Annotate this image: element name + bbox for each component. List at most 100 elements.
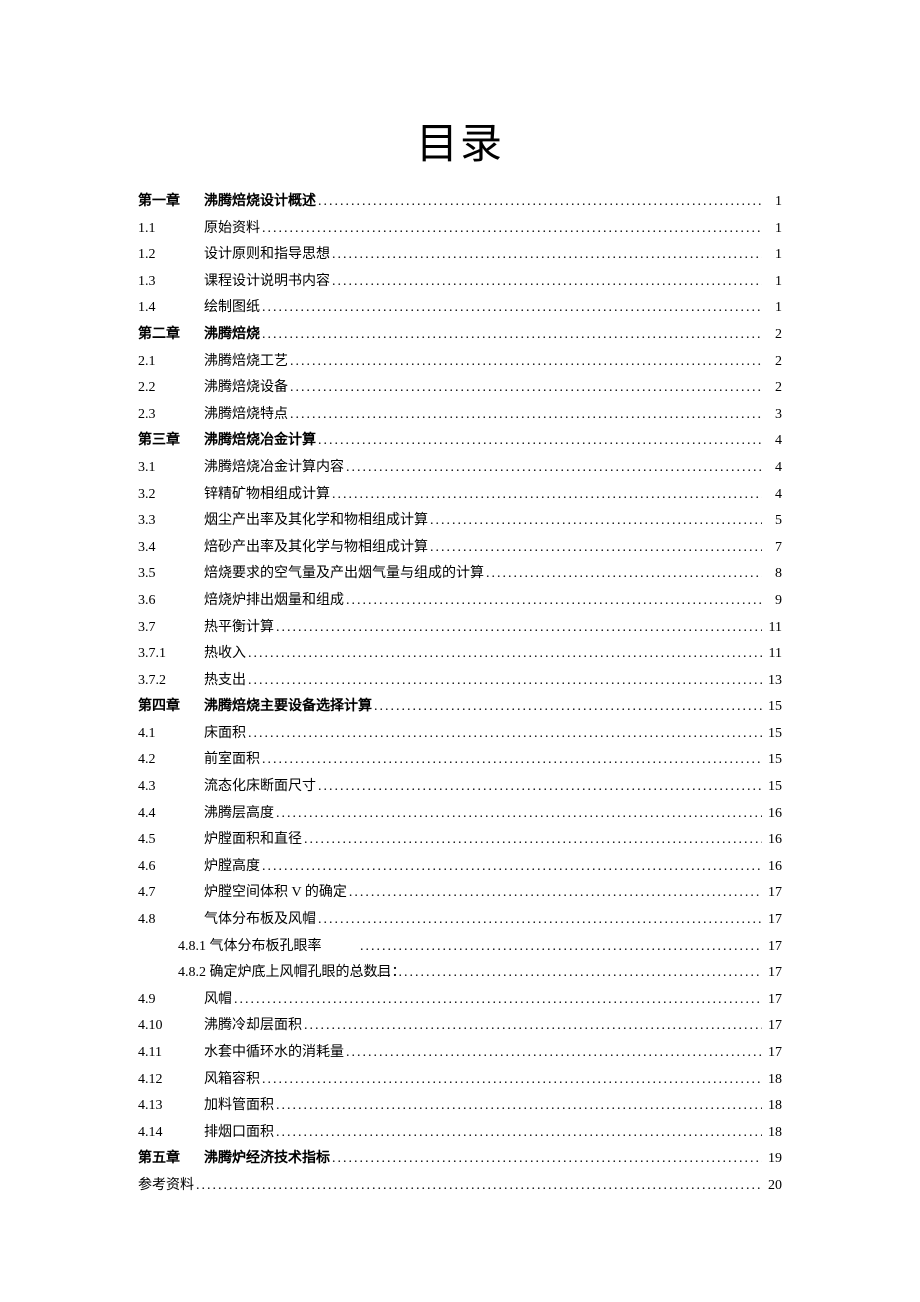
toc-entry-text: 炉膛面积和直径 xyxy=(204,827,302,854)
toc-entry-text: 炉膛空间体积 V 的确定 xyxy=(204,880,347,907)
toc-entry-number: 3.7 xyxy=(138,615,204,642)
toc-entry-number: 第三章 xyxy=(138,428,204,455)
toc-entry: 4.3流态化床断面尺寸15 xyxy=(138,774,782,801)
toc-leader-dots xyxy=(346,1040,762,1067)
toc-entry: 第四章沸腾焙烧主要设备选择计算15 xyxy=(138,694,782,721)
toc-entry: 4.1床面积15 xyxy=(138,721,782,748)
toc-entry-page: 9 xyxy=(764,588,782,615)
toc-entry-text: 沸腾炉经济技术指标 xyxy=(204,1146,330,1173)
toc-leader-dots xyxy=(304,827,762,854)
toc-entry-number: 1.3 xyxy=(138,269,204,296)
toc-entry-page: 17 xyxy=(764,907,782,934)
toc-leader-dots xyxy=(276,615,762,642)
toc-entry: 3.4焙砂产出率及其化学与物相组成计算 7 xyxy=(138,535,782,562)
toc-entry-page: 1 xyxy=(764,242,782,269)
toc-entry-number: 参考资料 xyxy=(138,1173,194,1200)
toc-entry-page: 2 xyxy=(764,322,782,349)
table-of-contents: 第一章沸腾焙烧设计概述11.1原始资料11.2设计原则和指导思想11.3课程设计… xyxy=(138,189,782,1200)
toc-entry: 第二章沸腾焙烧2 xyxy=(138,322,782,349)
toc-entry-text: 热支出 xyxy=(204,668,246,695)
toc-entry: 1.3课程设计说明书内容 1 xyxy=(138,269,782,296)
toc-entry-number: 4.10 xyxy=(138,1013,204,1040)
toc-entry: 第三章沸腾焙烧冶金计算 4 xyxy=(138,428,782,455)
toc-leader-dots xyxy=(349,880,762,907)
toc-entry-text: 沸腾焙烧冶金计算内容 xyxy=(204,455,344,482)
toc-leader-dots xyxy=(262,216,762,243)
toc-entry-page: 8 xyxy=(764,561,782,588)
toc-entry-page: 17 xyxy=(764,934,782,961)
toc-entry-number: 3.4 xyxy=(138,535,204,562)
toc-leader-dots xyxy=(318,189,762,216)
toc-leader-dots xyxy=(486,561,762,588)
toc-entry-number: 1.4 xyxy=(138,295,204,322)
toc-entry-page: 16 xyxy=(764,801,782,828)
toc-entry-number: 3.1 xyxy=(138,455,204,482)
toc-entry-page: 3 xyxy=(764,402,782,429)
toc-entry-page: 17 xyxy=(764,987,782,1014)
toc-entry-page: 2 xyxy=(764,349,782,376)
toc-entry-page: 2 xyxy=(764,375,782,402)
toc-entry: 第五章沸腾炉经济技术指标19 xyxy=(138,1146,782,1173)
toc-entry-text: 加料管面积 xyxy=(204,1093,274,1120)
toc-entry-page: 4 xyxy=(764,428,782,455)
toc-entry-number: 4.11 xyxy=(138,1040,204,1067)
toc-leader-dots xyxy=(360,960,762,987)
toc-leader-dots xyxy=(262,295,762,322)
toc-leader-dots xyxy=(346,455,762,482)
toc-entry-number: 1.1 xyxy=(138,216,204,243)
toc-leader-dots xyxy=(248,721,762,748)
toc-entry-text: 焙砂产出率及其化学与物相组成计算 xyxy=(204,535,428,562)
toc-entry: 4.8.2 确定炉底上风帽孔眼的总数目：17 xyxy=(138,960,782,987)
toc-entry-text: 锌精矿物相组成计算 xyxy=(204,482,330,509)
toc-entry: 2.3沸腾焙烧特点3 xyxy=(138,402,782,429)
toc-entry-page: 19 xyxy=(764,1146,782,1173)
toc-leader-dots xyxy=(196,1173,762,1200)
toc-entry-number: 2.2 xyxy=(138,375,204,402)
toc-entry: 2.2沸腾焙烧设备2 xyxy=(138,375,782,402)
toc-entry-text: 沸腾焙烧冶金计算 xyxy=(204,428,316,455)
toc-leader-dots xyxy=(276,1093,762,1120)
toc-entry: 4.4沸腾层高度16 xyxy=(138,801,782,828)
toc-entry-number: 4.8.1 气体分布板孔眼率 xyxy=(138,934,358,961)
toc-leader-dots xyxy=(290,349,762,376)
toc-entry-number: 3.2 xyxy=(138,482,204,509)
toc-entry-number: 第四章 xyxy=(138,694,204,721)
toc-entry-page: 18 xyxy=(764,1067,782,1094)
toc-entry: 4.7炉膛空间体积 V 的确定17 xyxy=(138,880,782,907)
toc-leader-dots xyxy=(346,588,762,615)
toc-entry-page: 13 xyxy=(764,668,782,695)
toc-entry-text: 焙烧炉排出烟量和组成 xyxy=(204,588,344,615)
toc-leader-dots xyxy=(360,934,762,961)
toc-entry: 1.1原始资料1 xyxy=(138,216,782,243)
toc-entry-number: 3.3 xyxy=(138,508,204,535)
toc-entry: 3.1沸腾焙烧冶金计算内容4 xyxy=(138,455,782,482)
toc-entry-page: 17 xyxy=(764,1040,782,1067)
toc-entry-page: 7 xyxy=(764,535,782,562)
toc-entry-text: 焙烧要求的空气量及产出烟气量与组成的计算 xyxy=(204,561,484,588)
toc-entry: 4.12风箱容积 18 xyxy=(138,1067,782,1094)
toc-entry: 4.14排烟口面积18 xyxy=(138,1120,782,1147)
toc-entry-page: 16 xyxy=(764,854,782,881)
toc-entry-text: 风箱容积 xyxy=(204,1067,260,1094)
toc-leader-dots xyxy=(332,1146,762,1173)
toc-entry-text: 炉膛高度 xyxy=(204,854,260,881)
toc-leader-dots xyxy=(332,482,762,509)
toc-entry-number: 4.12 xyxy=(138,1067,204,1094)
toc-entry: 3.7热平衡计算11 xyxy=(138,615,782,642)
toc-entry-text: 原始资料 xyxy=(204,216,260,243)
toc-entry: 4.5炉膛面积和直径16 xyxy=(138,827,782,854)
toc-entry-number: 4.6 xyxy=(138,854,204,881)
toc-entry-text: 设计原则和指导思想 xyxy=(204,242,330,269)
toc-entry-text: 床面积 xyxy=(204,721,246,748)
toc-entry: 4.13加料管面积18 xyxy=(138,1093,782,1120)
toc-entry-page: 18 xyxy=(764,1093,782,1120)
toc-entry-page: 1 xyxy=(764,269,782,296)
toc-entry: 4.6炉膛高度 16 xyxy=(138,854,782,881)
toc-entry-number: 4.3 xyxy=(138,774,204,801)
toc-entry: 3.6焙烧炉排出烟量和组成9 xyxy=(138,588,782,615)
page-title: 目录 xyxy=(138,110,782,171)
toc-entry-text: 沸腾焙烧主要设备选择计算 xyxy=(204,694,372,721)
toc-entry-number: 第一章 xyxy=(138,189,204,216)
toc-entry: 3.7.1热收入11 xyxy=(138,641,782,668)
toc-entry-text: 课程设计说明书内容 xyxy=(204,269,330,296)
